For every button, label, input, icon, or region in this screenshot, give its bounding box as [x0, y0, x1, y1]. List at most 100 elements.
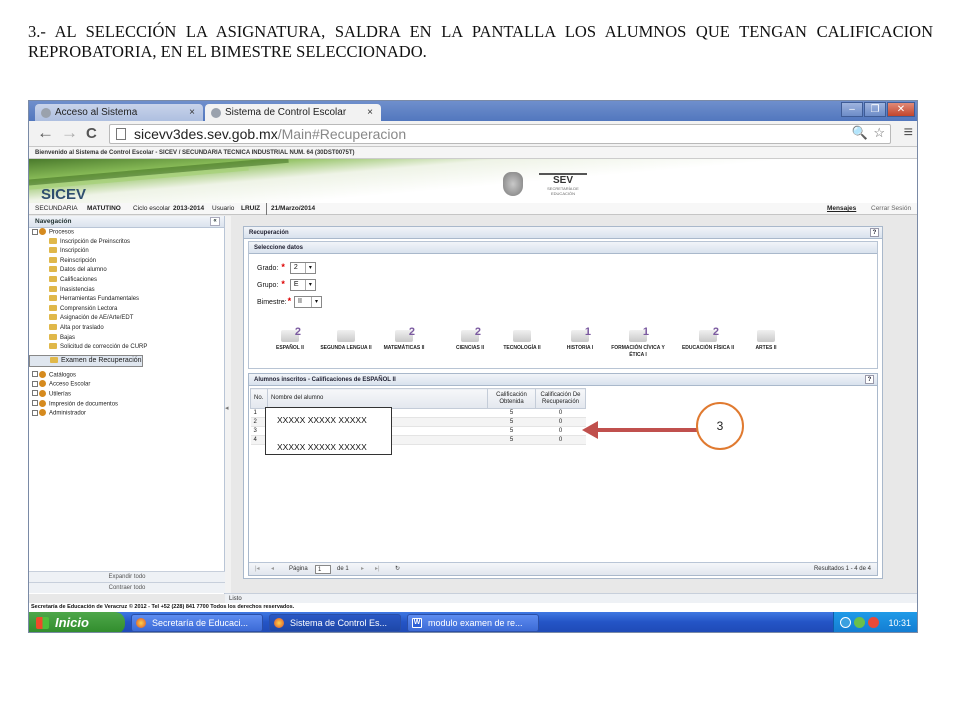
tree-item[interactable]: Bajas — [29, 333, 224, 344]
subject-button[interactable]: SEGUNDA LENGUA II — [315, 326, 377, 352]
address-bar: ← → C sicevv3des.sev.gob.mx/Main#Recuper… — [29, 121, 917, 147]
tree-label: Inscripción — [60, 248, 89, 255]
chevron-down-icon: ▾ — [304, 280, 315, 291]
shield-tray-icon[interactable] — [854, 617, 865, 628]
tree-group[interactable]: Administrador — [29, 409, 224, 419]
grupo-value: E — [293, 281, 299, 289]
subject-icon: 2 — [697, 326, 719, 342]
expand-all-button[interactable]: Expandir todo — [29, 571, 225, 582]
tab-control-escolar[interactable]: Sistema de Control Escolar × — [205, 104, 381, 121]
bookmark-star-icon[interactable]: ☆ — [873, 125, 885, 141]
subject-button[interactable]: 2 EDUCACIÓN FÍSICA II — [677, 326, 739, 352]
collapse-nav-icon[interactable]: « — [210, 217, 220, 226]
network-icon[interactable] — [840, 617, 851, 628]
folder-icon — [49, 237, 57, 244]
restore-icon[interactable]: ❐ — [864, 102, 886, 117]
tab-acceso[interactable]: Acceso al Sistema × — [35, 104, 203, 121]
help-icon[interactable]: ? — [870, 228, 879, 237]
start-button[interactable]: Inicio — [29, 612, 125, 632]
col-recuperacion[interactable]: Calificación De Recuperación — [535, 388, 586, 409]
tree-group-procesos[interactable]: Procesos — [29, 228, 224, 238]
mensajes-link[interactable]: Mensajes — [827, 203, 856, 215]
close-window-icon[interactable]: ✕ — [887, 102, 915, 117]
expand-icon[interactable] — [32, 228, 38, 235]
subject-number: 1 — [584, 326, 591, 338]
tree-group[interactable]: Impresión de documentos — [29, 399, 224, 410]
subject-sheet — [337, 330, 355, 342]
refresh-icon[interactable]: ↻ — [395, 563, 400, 576]
subject-label: EDUCACIÓN FÍSICA II — [681, 345, 735, 351]
expand-icon[interactable] — [32, 409, 38, 416]
chevron-down-icon: ▾ — [304, 263, 315, 274]
sev-logo: SEV SECRETARÍA DE EDUCACIÓN — [539, 173, 587, 196]
tree-group[interactable]: Utilerías — [29, 389, 224, 400]
reload-icon[interactable]: C — [86, 125, 97, 142]
tree-item[interactable]: Inscripción de Preinscritos — [29, 237, 224, 248]
subject-button[interactable]: 1 HISTORIA I — [549, 326, 611, 352]
zoom-icon[interactable]: 🔍 — [852, 125, 868, 141]
browser-menu-icon[interactable]: ≡ — [904, 124, 913, 142]
col-calificacion[interactable]: Calificación Obtenida — [487, 388, 536, 409]
task-secretaria[interactable]: Secretaría de Educaci... — [131, 614, 263, 632]
tree-item[interactable]: Asignación de AE/Arte/EDT — [29, 314, 224, 324]
contract-all-button[interactable]: Contraer todo — [29, 582, 225, 593]
subject-sheet — [757, 330, 775, 342]
col-no[interactable]: No. — [250, 388, 268, 409]
last-page-icon[interactable]: ▸| — [375, 563, 380, 576]
tree-item[interactable]: Inscripción — [29, 247, 224, 257]
alert-tray-icon[interactable] — [868, 617, 879, 628]
panel-splitter[interactable]: ◂ — [225, 216, 231, 594]
task-modulo-examen[interactable]: Wmodulo examen de re... — [407, 614, 539, 632]
tree-item[interactable]: Datos del alumno — [29, 266, 224, 276]
procesos-children: Inscripción de Preinscritos Inscripción Re… — [29, 237, 224, 371]
cell-calificacion: 5 — [487, 408, 536, 418]
bimestre-row: Bimestre:* II ▾ — [257, 296, 323, 309]
expand-icon[interactable] — [32, 380, 38, 387]
back-icon[interactable]: ← — [37, 123, 54, 143]
tree-item[interactable]: Comprensión Lectora — [29, 304, 224, 315]
first-page-icon[interactable]: |◂ — [255, 563, 260, 576]
subject-button[interactable]: 1 FORMACIÓN CÍVICA Y ÉTICA I — [607, 326, 669, 358]
subject-button[interactable]: 2 ESPAÑOL II — [259, 326, 321, 352]
tree-item[interactable]: Alta por traslado — [29, 323, 224, 334]
navigation-title: Navegación — [35, 218, 72, 225]
grado-row: Grado: * 2 ▾ — [257, 262, 316, 275]
grupo-select[interactable]: E ▾ — [289, 279, 316, 292]
subject-button[interactable]: 2 MATEMÁTICAS II — [373, 326, 435, 352]
page-input[interactable]: 1 — [315, 565, 331, 574]
page-icon — [116, 128, 126, 140]
minimize-icon[interactable]: – — [841, 102, 863, 117]
cerrar-sesion-link[interactable]: Cerrar Sesión — [871, 203, 911, 215]
task-label: Sistema de Control Es... — [290, 618, 388, 628]
prev-page-icon[interactable]: ◂ — [271, 563, 274, 576]
next-page-icon[interactable]: ▸ — [361, 563, 364, 576]
tree-group[interactable]: Acceso Escolar — [29, 380, 224, 390]
expand-icon[interactable] — [32, 390, 38, 397]
col-nombre[interactable]: Nombre del alumno — [267, 388, 488, 409]
expand-icon[interactable] — [32, 371, 38, 378]
tree-item[interactable]: Examen de Recuperación — [29, 355, 143, 368]
url-path: /Main#Recuperacion — [277, 126, 407, 142]
expand-icon[interactable] — [32, 400, 38, 406]
subject-button[interactable]: TECNOLOGÍA II — [491, 326, 553, 352]
tree-item[interactable]: Herramientas Fundamentales — [29, 295, 224, 305]
tree-item[interactable]: Reinscripción — [29, 256, 224, 267]
tree-item[interactable]: Calificaciones — [29, 275, 224, 286]
url-input[interactable]: sicevv3des.sev.gob.mx/Main#Recuperacion … — [109, 124, 891, 144]
help-icon[interactable]: ? — [865, 375, 874, 384]
tree-item[interactable]: Solicitud de corrección de CURP — [29, 343, 224, 353]
folder-icon — [49, 323, 57, 330]
grado-select[interactable]: 2 ▾ — [289, 262, 316, 275]
bimestre-select[interactable]: II ▾ — [294, 296, 323, 309]
subject-button[interactable]: ARTES II — [735, 326, 797, 352]
close-tab-icon[interactable]: × — [367, 104, 373, 121]
subject-buttons: 2 ESPAÑOL II SEGUNDA LENGUA II 2 MATEMÁTICAS… — [259, 326, 879, 366]
forward-icon[interactable]: → — [61, 123, 78, 143]
task-label: Secretaría de Educaci... — [152, 618, 249, 628]
tree-item[interactable]: Inasistencias — [29, 285, 224, 296]
cell-calificacion: 5 — [487, 435, 536, 445]
tree-group[interactable]: Catálogos — [29, 370, 224, 381]
task-sistema-control[interactable]: Sistema de Control Es... — [269, 614, 401, 632]
tree-label: Procesos — [49, 229, 75, 236]
close-tab-icon[interactable]: × — [189, 104, 195, 121]
